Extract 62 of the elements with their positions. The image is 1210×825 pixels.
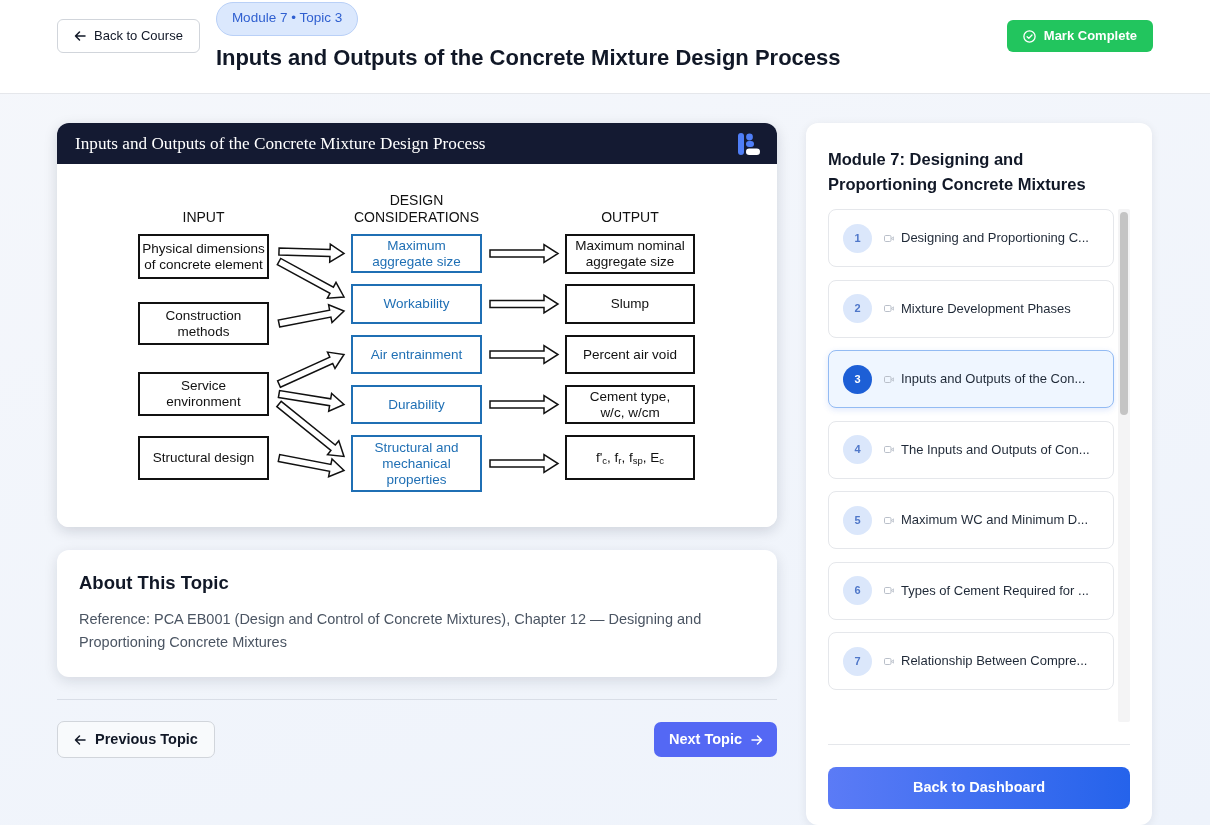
topic-title: Maximum WC and Minimum D... [901, 511, 1089, 530]
topic-number: 7 [843, 646, 872, 676]
diagram-node: Physical dimensions of concrete element [138, 234, 269, 279]
topic-item[interactable]: 1 Designing and Proportioning C... [828, 209, 1114, 267]
next-topic-button[interactable]: Next Topic [653, 722, 777, 757]
back-button[interactable]: Back to Course [57, 19, 200, 53]
topic-item[interactable]: 4 The Inputs and Outputs of Con... [828, 420, 1114, 479]
diagram-node: f'$_{c}$, f$_{r}$, f$_{sp}$, E$_{c}$ [565, 435, 695, 480]
arrow-right-icon [751, 733, 763, 746]
topic-item[interactable]: 5 Maximum WC and Minimum D... [828, 491, 1114, 549]
topic-number: 3 [843, 364, 872, 394]
video-camera-icon [884, 657, 894, 665]
scrollbar[interactable] [1118, 209, 1130, 722]
topic-badge: Module 7 • Topic 3 [215, 1, 359, 36]
topic-title: Inputs and Outputs of the Con... [901, 370, 1086, 389]
video-camera-icon [884, 587, 894, 594]
arrow-left-icon [74, 30, 86, 42]
diagram-node: Cement type, w/c, w/cm [565, 385, 695, 424]
topic-number: 5 [843, 505, 872, 535]
reference-text: Reference: PCA EB001 (Design and Control of Concrete Mixtures), Chapter 12 — Designing and Proportioning Concrete Mixtures [79, 610, 703, 652]
diagram-node: Structural design [138, 436, 269, 480]
video-camera-icon [884, 375, 894, 383]
diagram-node: Air entrainment [351, 335, 482, 374]
diagram-node: Structural and mechanical properties [351, 435, 482, 492]
topic-item[interactable]: 7 Relationship Between Compre... [828, 632, 1114, 690]
video-camera-icon [884, 446, 894, 453]
arrow-left-icon [74, 733, 86, 746]
previous-topic-button[interactable]: Previous Topic [57, 721, 215, 758]
diagram-node: Maximum aggregate size [351, 234, 482, 273]
topic-title: Relationship Between Compre... [901, 652, 1088, 671]
diagram-node: Construction methods [138, 302, 269, 345]
video-camera-icon [884, 305, 894, 312]
diagram-node: Durability [351, 385, 482, 424]
column-heading: OUTPUT [600, 209, 660, 226]
scrollbar-thumb[interactable] [1120, 212, 1128, 415]
column-heading: DESIGN CONSIDERATIONS [353, 192, 480, 226]
topic-item[interactable]: 3 Inputs and Outputs of the Con... [828, 350, 1114, 408]
page-title: Inputs and Outputs of the Concrete Mixture Design Process [215, 44, 841, 71]
topic-title: Designing and Proportioning C... [901, 229, 1089, 248]
diagram-node: Slump [565, 284, 695, 324]
back-to-dashboard-button[interactable]: Back to Dashboard [828, 767, 1130, 809]
slide-title: Inputs and Outputs of the Concrete Mixture Design Process [75, 132, 486, 155]
video-camera-icon [884, 516, 894, 524]
section-heading: About This Topic [79, 572, 230, 594]
topic-title: The Inputs and Outputs of Con... [901, 440, 1090, 459]
topic-title: Types of Cement Required for ... [901, 581, 1089, 600]
topic-number: 4 [843, 435, 872, 464]
diagram-node: Percent air void [565, 335, 695, 374]
diagram-node: Workability [351, 284, 482, 324]
topic-item[interactable]: 6 Types of Cement Required for ... [828, 561, 1114, 620]
column-heading: INPUT [181, 209, 226, 226]
module-title: Module 7: Designing and Proportioning Concrete Mixtures [828, 149, 1087, 195]
topic-title: Mixture Development Phases [901, 299, 1071, 318]
topic-item[interactable]: 2 Mixture Development Phases [828, 279, 1114, 338]
topic-number: 2 [843, 294, 872, 323]
diagram-node: Service environment [138, 372, 269, 416]
diagram-node: Maximum nominal aggregate size [565, 234, 695, 274]
logo-icon [738, 132, 760, 155]
check-circle-icon [1022, 29, 1036, 43]
topic-number: 6 [843, 576, 872, 605]
topic-number: 1 [843, 223, 872, 253]
video-camera-icon [884, 234, 894, 242]
